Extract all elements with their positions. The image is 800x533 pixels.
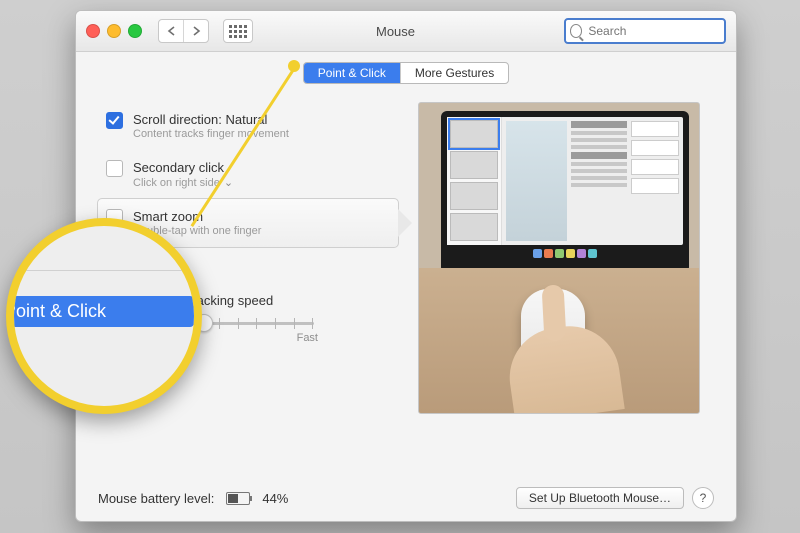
battery-icon	[226, 492, 250, 505]
nav-back-forward	[158, 19, 209, 43]
callout-label: Point & Click	[6, 296, 194, 327]
option-subtitle: Content tracks finger movement	[133, 128, 289, 140]
back-button[interactable]	[159, 20, 183, 42]
grid-icon	[229, 25, 247, 38]
minimize-icon[interactable]	[107, 24, 121, 38]
battery-label: Mouse battery level:	[98, 491, 214, 506]
option-title: Secondary click	[133, 160, 233, 175]
option-scroll-direction[interactable]: Scroll direction: Natural Content tracks…	[98, 102, 398, 150]
tab-bar: Point & Click More Gestures	[76, 62, 736, 84]
tab-point-click[interactable]: Point & Click	[304, 63, 400, 83]
window-controls	[86, 24, 142, 38]
window-title: Mouse	[376, 24, 415, 39]
search-input[interactable]	[586, 23, 720, 39]
search-icon	[570, 24, 582, 38]
tab-more-gestures[interactable]: More Gestures	[400, 63, 508, 83]
setup-bluetooth-mouse-button[interactable]: Set Up Bluetooth Mouse…	[516, 487, 684, 509]
titlebar: Mouse	[76, 11, 736, 52]
gesture-preview	[418, 102, 700, 414]
checkbox-scroll-direction[interactable]	[106, 112, 123, 129]
zoom-icon[interactable]	[128, 24, 142, 38]
checkbox-secondary-click[interactable]	[106, 160, 123, 177]
slider-max-label: Fast	[297, 332, 318, 344]
help-button[interactable]: ?	[692, 487, 714, 509]
forward-button[interactable]	[183, 20, 208, 42]
option-secondary-click[interactable]: Secondary click Click on right side⌄	[98, 150, 398, 199]
search-field[interactable]	[564, 18, 726, 44]
show-all-button[interactable]	[223, 19, 253, 43]
battery-percent: 44%	[262, 491, 288, 506]
close-icon[interactable]	[86, 24, 100, 38]
callout-magnifier: Point & Click	[6, 218, 202, 414]
chevron-down-icon: ⌄	[224, 177, 233, 189]
footer: Mouse battery level: 44% Set Up Bluetoot…	[98, 487, 714, 509]
preview-monitor	[441, 111, 689, 273]
